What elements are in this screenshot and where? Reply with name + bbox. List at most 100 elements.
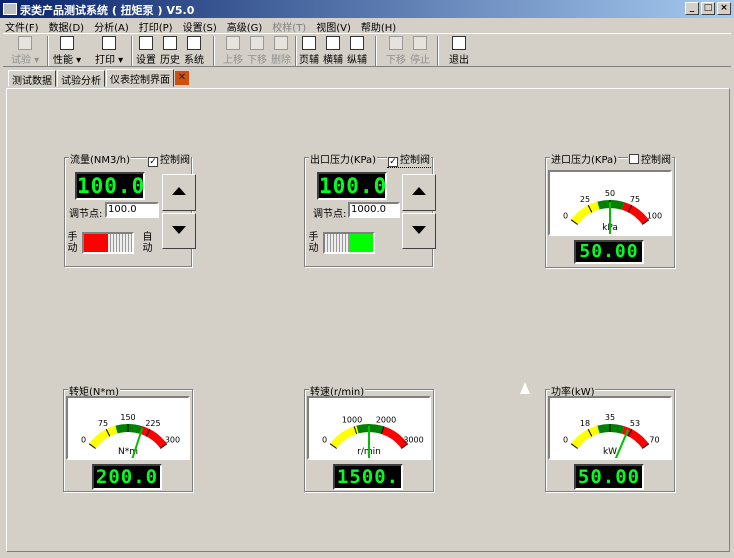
outlet-mode-indicator (349, 234, 373, 252)
stop-icon (413, 36, 427, 50)
tab-instrument-control[interactable]: 仪表控制界面 (106, 69, 174, 87)
exit-button[interactable]: 退出 (449, 35, 469, 67)
torque-gauge: 0 75 150 225 300 N*m (66, 396, 190, 473)
gauge-tick-label: 75 (98, 419, 108, 428)
gauge-unit: kW (603, 447, 617, 457)
settings-button[interactable]: 设置 (136, 35, 156, 67)
app-icon (3, 3, 17, 15)
menu-data[interactable]: 数据(D) (44, 18, 90, 34)
menu-view[interactable]: 视图(V) (311, 18, 356, 34)
move-up-button[interactable]: 上移 (223, 35, 243, 67)
gauge-tick-label: 18 (580, 419, 590, 428)
flow-display: 100.0 (75, 172, 146, 200)
arrow-up-icon (172, 187, 186, 195)
flow-increase-button[interactable] (162, 174, 196, 211)
print-button[interactable]: 打印 ▾ (95, 35, 123, 67)
menu-calibration[interactable]: 校样(T) (267, 18, 311, 34)
gauge-band-low (571, 425, 600, 449)
menu-help[interactable]: 帮助(H) (356, 18, 401, 34)
history-button[interactable]: 历史 (160, 35, 180, 67)
gauge-tick-label: 53 (630, 419, 640, 428)
gauge-tick-label: 1000 (342, 416, 362, 425)
move-down-button[interactable]: 下移 (247, 35, 267, 67)
flow-group: 流量(NM3/h) ✓ 控制阀 100.0 调节点: 100.0 手动 自动 (64, 151, 196, 267)
gauge-tick-label: 225 (145, 419, 160, 428)
gauge-band-high (621, 202, 649, 225)
close-tab-icon[interactable]: ✕ (175, 71, 189, 85)
flow-setpoint-input[interactable]: 100.0 (105, 202, 159, 218)
menu-file[interactable]: 文件(F) (0, 18, 44, 34)
close-button[interactable]: × (717, 2, 731, 15)
move-up-icon (226, 36, 240, 50)
gauge-tick-label: 100 (647, 212, 662, 221)
check-icon: ✓ (148, 157, 158, 167)
step-down-button[interactable]: 下移 (386, 35, 406, 67)
gauge-tick-label: 0 (322, 436, 327, 445)
speed-display: 1500. (333, 464, 403, 490)
gauge-tick-label: 0 (81, 436, 86, 445)
gauge-tick-label: 50 (605, 189, 615, 198)
inlet-pressure-label: 进口压力(KPa) (550, 151, 619, 166)
flow-decrease-button[interactable] (162, 213, 196, 249)
outlet-setpoint-input[interactable]: 1000.0 (348, 202, 400, 218)
power-group: 功率(kW) 0 18 35 53 70 kW 50.00 (545, 383, 675, 492)
vertical-layout-button[interactable]: 纵辅 (347, 35, 367, 67)
gauge-band-high (139, 426, 167, 449)
gauge-band-normal (597, 424, 625, 434)
outlet-pressure-label: 出口压力(KPa) (309, 151, 378, 166)
gauge-tick-label: 0 (563, 212, 568, 221)
menu-settings[interactable]: 设置(S) (178, 18, 222, 34)
outlet-decrease-button[interactable] (402, 213, 436, 249)
title-bar: 汞类产品测试系统 ( 扭矩泵 ) V5.0 _ □ × (0, 0, 734, 18)
speed-gauge: 0100020003000r/min (307, 396, 431, 472)
flow-control-checkbox[interactable]: ✓ 控制阀 (147, 151, 191, 167)
move-down-icon (250, 36, 264, 50)
torque-display: 200.0 (92, 464, 162, 490)
inlet-control-checkbox[interactable]: 控制阀 (628, 151, 672, 166)
power-gauge: 0 18 35 53 70 kW (548, 396, 672, 473)
page-icon (302, 36, 316, 50)
gauge-tick-label: 25 (580, 195, 590, 204)
settings-icon (139, 36, 153, 50)
gauge-band-high (380, 426, 408, 449)
tab-test-data[interactable]: 测试数据 (8, 70, 56, 87)
gauge-band-low (571, 201, 600, 225)
gauge-tick-label: 0 (563, 436, 568, 445)
menu-analysis[interactable]: 分析(A) (89, 18, 134, 34)
gauge-tick-label: 150 (120, 413, 135, 422)
test-button[interactable]: 试验 ▾ (11, 35, 39, 67)
gauge-tick-label: 70 (649, 436, 659, 445)
exit-icon (452, 36, 466, 50)
outlet-mode-switch[interactable] (323, 232, 375, 254)
arrow-down-icon (172, 226, 186, 234)
gauge-tick-label: 35 (605, 413, 615, 422)
horizontal-layout-button[interactable]: 横辅 (323, 35, 343, 67)
minimize-button[interactable]: _ (685, 2, 699, 15)
torque-group: 转矩(N*m) 0 75 150 225 300 N*m 200.0 (63, 383, 193, 492)
history-icon (163, 36, 177, 50)
printer-icon (102, 36, 117, 50)
power-display: 50.00 (574, 464, 644, 490)
tools-icon (187, 36, 201, 50)
stop-button[interactable]: 停止 (410, 35, 430, 67)
gauge-tick-label: 3000 (403, 436, 423, 445)
gauge-tick-label: 2000 (376, 416, 396, 425)
tab-test-analysis[interactable]: 试验分析 (57, 70, 105, 87)
outlet-increase-button[interactable] (402, 174, 436, 211)
arrow-down-icon (412, 226, 426, 234)
outlet-setpoint-label: 调节点: (313, 209, 347, 220)
flow-mode-switch[interactable] (82, 232, 134, 254)
outlet-manual-label: 手动 (308, 232, 319, 254)
maximize-button[interactable]: □ (701, 2, 715, 15)
outlet-control-checkbox[interactable]: ✓ 控制阀 (387, 151, 431, 168)
menu-advanced[interactable]: 高级(G) (222, 18, 268, 34)
page-layout-button[interactable]: 页辅 (299, 35, 319, 67)
curve-button[interactable]: 性能 ▾ (53, 35, 81, 67)
system-button[interactable]: 系统 (184, 35, 204, 67)
menu-print[interactable]: 打印(P) (134, 18, 178, 34)
flow-auto-label: 自动 (142, 232, 153, 254)
arrow-down-icon (389, 36, 403, 50)
delete-button[interactable]: 删除 (271, 35, 291, 67)
outlet-pressure-group: 出口压力(KPa) ✓ 控制阀 100.0 调节点: 1000.0 手动 (304, 151, 436, 267)
gauge-band-normal (115, 424, 143, 434)
